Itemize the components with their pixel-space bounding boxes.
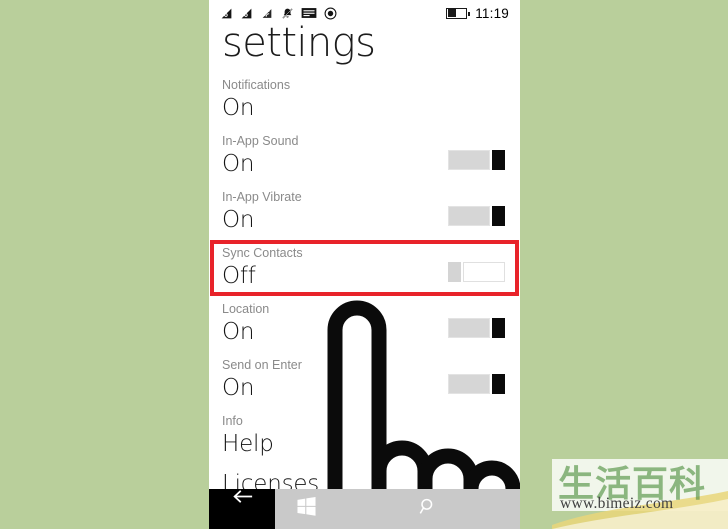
battery-icon	[446, 7, 471, 19]
setting-row-send-on-enter[interactable]: Send on Enter On	[209, 352, 520, 408]
toggle-thumb	[492, 150, 505, 170]
settings-list: Notifications On In-App Sound On In-App …	[209, 72, 520, 520]
toggle-track	[463, 262, 505, 282]
toggle-send-on-enter[interactable]	[448, 374, 505, 394]
toggle-in-app-sound[interactable]	[448, 150, 505, 170]
wifi-icon	[260, 7, 274, 20]
setting-label: Send on Enter	[222, 358, 302, 372]
search-magnifier-icon	[419, 497, 438, 521]
setting-row-sync-contacts[interactable]: Sync Contacts Off	[209, 240, 520, 296]
toggle-thumb	[492, 318, 505, 338]
setting-label: Sync Contacts	[222, 246, 303, 260]
watermark-url: www.bimeiz.com	[560, 495, 674, 512]
setting-value: Help	[222, 431, 274, 457]
toggle-track	[448, 150, 490, 170]
setting-label: In-App Sound	[222, 134, 299, 148]
sim2-signal-icon	[240, 7, 253, 20]
watermark: 生活百科 www.bimeiz.com	[552, 441, 728, 529]
search-button[interactable]	[337, 489, 520, 529]
setting-row-location[interactable]: Location On	[209, 296, 520, 352]
navigation-bar	[209, 489, 520, 529]
nav-back-region[interactable]	[209, 489, 275, 529]
watermark-characters: 生活百科	[558, 464, 707, 505]
toggle-in-app-vibrate[interactable]	[448, 206, 505, 226]
toggle-sync-contacts[interactable]	[448, 262, 505, 282]
status-icon-group	[220, 7, 337, 20]
setting-row-in-app-vibrate[interactable]: In-App Vibrate On	[209, 184, 520, 240]
sim1-signal-icon	[220, 7, 233, 20]
setting-value: On	[222, 95, 255, 121]
watermark-swoosh	[552, 491, 728, 529]
toggle-thumb	[492, 206, 505, 226]
setting-label: In-App Vibrate	[222, 190, 302, 204]
windows-logo-icon	[296, 497, 316, 521]
setting-row-in-app-sound[interactable]: In-App Sound On	[209, 128, 520, 184]
toggle-track	[448, 206, 490, 226]
setting-label: Notifications	[222, 78, 291, 92]
bell-muted-icon	[281, 7, 294, 20]
windows-start-button[interactable]	[275, 489, 337, 529]
sim-card-icon	[301, 7, 317, 19]
toggle-track	[448, 318, 490, 338]
status-clock: 11:19	[475, 5, 509, 21]
toggle-location[interactable]	[448, 318, 505, 338]
setting-row-notifications[interactable]: Notifications On	[209, 72, 520, 128]
back-arrow-icon[interactable]	[209, 489, 275, 504]
toggle-track	[448, 374, 490, 394]
setting-label: Location	[222, 302, 270, 316]
page-title: settings	[222, 20, 376, 66]
setting-row-help[interactable]: Info Help	[209, 408, 520, 464]
setting-label: Info	[222, 414, 243, 428]
toggle-thumb	[492, 374, 505, 394]
toggle-thumb	[448, 262, 461, 282]
record-dot-icon	[324, 7, 337, 20]
status-right-group: 11:19	[446, 6, 509, 21]
watermark-band	[552, 459, 728, 511]
phone-screen: 11:19 settings Notifications On In-App S…	[209, 0, 520, 529]
